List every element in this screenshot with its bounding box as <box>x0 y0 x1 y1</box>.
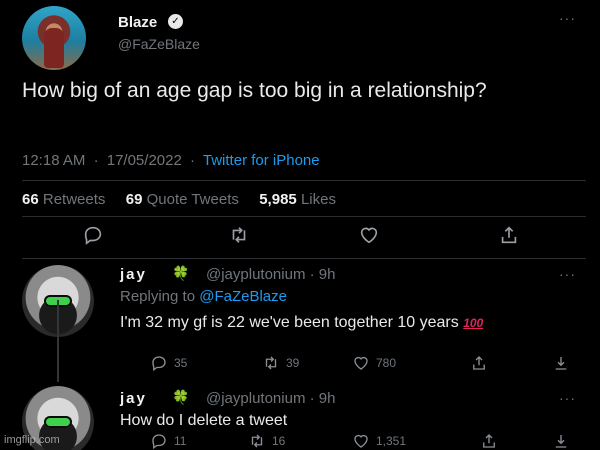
share-icon[interactable] <box>480 432 498 450</box>
divider <box>22 216 586 217</box>
divider <box>22 180 586 181</box>
reply-icon[interactable] <box>82 224 108 250</box>
tweet-text: How big of an age gap is too big in a re… <box>22 79 487 102</box>
share-icon[interactable] <box>498 224 524 250</box>
tweet-time: 12:18 AM <box>22 152 86 169</box>
more-icon[interactable]: ··· <box>559 266 576 282</box>
tweet-date[interactable]: 17/05/2022 <box>107 152 182 169</box>
retweets-label[interactable]: Retweets <box>43 191 106 208</box>
hundred-points-icon: 100 <box>463 316 484 330</box>
divider <box>22 258 586 259</box>
tweet-actions <box>0 224 600 250</box>
reply-text: I'm 32 my gf is 22 we've been together 1… <box>120 314 484 331</box>
quotes-label[interactable]: Quote Tweets <box>147 191 239 208</box>
clover-icon: 🍀 <box>172 265 190 281</box>
like-icon <box>354 434 368 448</box>
verified-icon: ✓ <box>168 14 183 29</box>
like-button[interactable]: 780 <box>352 354 396 372</box>
reply-display-name[interactable]: jay <box>120 390 147 407</box>
replying-to: Replying to @FaZeBlaze <box>120 288 287 305</box>
download-icon[interactable] <box>552 354 570 372</box>
reply-icon <box>152 434 166 450</box>
meta-separator: · <box>189 152 195 169</box>
download-icon[interactable] <box>552 432 570 450</box>
share-icon[interactable] <box>470 354 488 372</box>
reply-button[interactable]: 35 <box>150 354 187 372</box>
clover-icon: 🍀 <box>172 389 190 405</box>
reply-display-name[interactable]: jay <box>120 266 147 283</box>
tweet-meta: 12:18 AM · 17/05/2022 · Twitter for iPho… <box>22 152 320 169</box>
retweet-button[interactable]: 16 <box>248 432 285 450</box>
tweet-handle[interactable]: @FaZeBlaze <box>118 36 200 52</box>
likes-count[interactable]: 5,985 <box>259 191 297 208</box>
retweet-button[interactable]: 39 <box>262 354 299 372</box>
reply-text: How do I delete a tweet <box>120 412 288 429</box>
likes-label[interactable]: Likes <box>301 191 336 208</box>
retweet-icon[interactable] <box>228 224 254 250</box>
retweet-icon <box>265 356 277 370</box>
reply-button[interactable]: 11 <box>150 432 186 450</box>
like-button[interactable]: 1,351 <box>352 432 406 450</box>
reply-handle-and-age[interactable]: @jayplutonium · 9h <box>206 390 335 407</box>
tweet-source[interactable]: Twitter for iPhone <box>203 152 320 169</box>
meta-separator: · <box>93 152 99 169</box>
more-icon[interactable]: ··· <box>559 10 576 26</box>
watermark: imgflip.com <box>4 434 60 446</box>
reply-handle-and-age[interactable]: @jayplutonium · 9h <box>206 266 335 283</box>
tweet-author-avatar[interactable] <box>22 6 86 70</box>
reply-icon <box>152 356 166 372</box>
more-icon[interactable]: ··· <box>559 390 576 406</box>
quotes-count[interactable]: 69 <box>126 191 143 208</box>
retweet-icon <box>251 434 263 448</box>
tweet-display-name[interactable]: Blaze <box>118 14 157 31</box>
tweet-stats: 66 Retweets 69 Quote Tweets 5,985 Likes <box>22 191 336 208</box>
reply-actions: 35 39 780 <box>0 354 600 374</box>
replying-to-handle[interactable]: @FaZeBlaze <box>199 288 287 305</box>
reply-actions: 11 16 1,351 <box>0 432 600 450</box>
like-icon <box>354 356 368 370</box>
like-icon[interactable] <box>358 224 384 250</box>
retweets-count[interactable]: 66 <box>22 191 39 208</box>
